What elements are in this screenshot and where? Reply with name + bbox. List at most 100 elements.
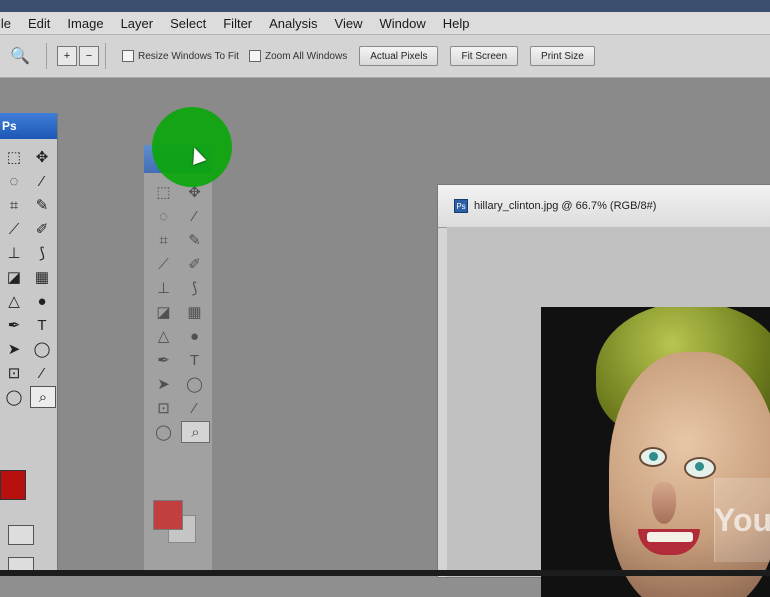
gradient-tool-icon[interactable]: ▦ bbox=[179, 301, 210, 323]
tool-row: ◪ ▦ bbox=[0, 265, 57, 289]
zoom-all-checkbox[interactable] bbox=[248, 50, 261, 62]
marquee-tool-icon[interactable]: ⬚ bbox=[148, 181, 179, 203]
tool-row: ⊥ ⟆ bbox=[148, 276, 210, 300]
notes-tool-icon[interactable]: ⊡ bbox=[148, 397, 179, 419]
tool-row: ◌ ⁄ bbox=[148, 204, 210, 228]
ps-logo: Ps bbox=[0, 113, 57, 139]
pen-tool-icon[interactable]: ✒ bbox=[148, 349, 179, 371]
tool-row: ⊥ ⟆ bbox=[0, 241, 57, 265]
tool-row: ◌ ⁄ bbox=[0, 169, 57, 193]
pen-tool-icon[interactable]: ✒ bbox=[0, 314, 28, 336]
clone-stamp-icon[interactable]: ⊥ bbox=[148, 277, 179, 299]
right-iris bbox=[695, 462, 704, 471]
left-iris bbox=[649, 452, 658, 461]
notes-tool-icon[interactable]: ⊡ bbox=[0, 362, 28, 384]
hand-tool-icon[interactable]: ◯ bbox=[148, 421, 179, 443]
tools-panel: Ps ⬚ ✥ ◌ ⁄ ⌗ ✎ ⟋ ✐ ⊥ ⟆ ◪ ▦ △ ● ✒ T ➤ ◯ ⊡ ⁄ ◯ ⌕ bbox=[0, 113, 58, 576]
dodge-tool-icon[interactable]: ● bbox=[179, 325, 210, 347]
tool-row: ⌗ ✎ bbox=[0, 193, 57, 217]
menu-window[interactable]: Window bbox=[380, 16, 426, 31]
tool-row: ⊡ ⁄ bbox=[0, 361, 57, 385]
zoom-in-icon[interactable]: + bbox=[57, 46, 77, 66]
document-title-bar[interactable]: Ps hillary_clinton.jpg @ 66.7% (RGB/8#) bbox=[438, 185, 770, 228]
crop-tool-icon[interactable]: ⌗ bbox=[148, 229, 179, 251]
history-brush-icon[interactable]: ⟆ bbox=[179, 277, 210, 299]
clone-stamp-icon[interactable]: ⊥ bbox=[0, 242, 28, 264]
menu-view[interactable]: View bbox=[335, 16, 363, 31]
tool-row: ⟋ ✐ bbox=[0, 217, 57, 241]
eyedropper-icon[interactable]: ✎ bbox=[179, 229, 210, 251]
eraser-tool-icon[interactable]: ◪ bbox=[0, 266, 28, 288]
gradient-tool-icon[interactable]: ▦ bbox=[28, 266, 56, 288]
magic-wand-icon[interactable]: ⁄ bbox=[179, 205, 210, 227]
lasso-tool-icon[interactable]: ◌ bbox=[148, 205, 179, 227]
type-tool-icon[interactable]: T bbox=[179, 349, 210, 371]
crop-tool-icon[interactable]: ⌗ bbox=[0, 194, 28, 216]
blur-tool-icon[interactable]: △ bbox=[0, 290, 28, 312]
quick-mask-icon[interactable] bbox=[8, 525, 34, 545]
healing-brush-icon[interactable]: ⟋ bbox=[0, 218, 28, 240]
magic-wand-icon[interactable]: ⁄ bbox=[28, 170, 56, 192]
menu-layer[interactable]: Layer bbox=[121, 16, 154, 31]
foreground-color-swatch[interactable] bbox=[153, 500, 183, 530]
bottom-border bbox=[0, 570, 770, 576]
eyedropper-icon[interactable]: ⁄ bbox=[28, 362, 56, 384]
type-tool-icon[interactable]: T bbox=[28, 314, 56, 336]
teeth-shape bbox=[647, 532, 693, 542]
move-tool-icon[interactable]: ✥ bbox=[28, 146, 56, 168]
dragged-tools-panel[interactable]: ⬚ ✥ ◌ ⁄ ⌗ ✎ ⟋ ✐ ⊥ ⟆ ◪ ▦ △ ● ✒ T ➤ ◯ ⊡ ⁄ ◯ ⌕ bbox=[144, 145, 212, 576]
menu-analysis[interactable]: Analysis bbox=[269, 16, 317, 31]
healing-brush-icon[interactable]: ⟋ bbox=[148, 253, 179, 275]
resize-windows-checkbox[interactable] bbox=[122, 50, 134, 62]
brush-tool-icon[interactable]: ✐ bbox=[179, 253, 210, 275]
zoom-tool-icon[interactable]: ⌕ bbox=[30, 386, 56, 408]
tool-row: ⟋ ✐ bbox=[148, 252, 210, 276]
fit-screen-button[interactable]: Fit Screen bbox=[450, 46, 519, 66]
menu-edit[interactable]: Edit bbox=[28, 16, 50, 31]
lasso-tool-icon[interactable]: ◌ bbox=[0, 170, 28, 192]
resize-windows-label: Resize Windows To Fit bbox=[138, 50, 239, 62]
blur-tool-icon[interactable]: △ bbox=[148, 325, 179, 347]
print-size-button[interactable]: Print Size bbox=[530, 46, 595, 66]
eyedropper-icon[interactable]: ⁄ bbox=[179, 397, 210, 419]
menu-file[interactable]: ile bbox=[0, 16, 11, 31]
hand-tool-icon[interactable]: ◯ bbox=[0, 386, 28, 408]
menu-select[interactable]: Select bbox=[170, 16, 206, 31]
menu-help[interactable]: Help bbox=[443, 16, 470, 31]
eraser-tool-icon[interactable]: ◪ bbox=[148, 301, 179, 323]
shape-tool-icon[interactable]: ◯ bbox=[28, 338, 56, 360]
zoom-all-option[interactable]: Zoom All Windows bbox=[248, 50, 347, 62]
document-icon: Ps bbox=[454, 199, 468, 213]
actual-pixels-button[interactable]: Actual Pixels bbox=[359, 46, 439, 66]
tool-row: ⊡ ⁄ bbox=[148, 396, 210, 420]
tool-row: ◪ ▦ bbox=[148, 300, 210, 324]
menu-image[interactable]: Image bbox=[67, 16, 103, 31]
eyedropper-icon[interactable]: ✎ bbox=[28, 194, 56, 216]
options-separator bbox=[105, 43, 106, 69]
brush-tool-icon[interactable]: ✐ bbox=[28, 218, 56, 240]
shape-tool-icon[interactable]: ◯ bbox=[179, 373, 210, 395]
tool-row: △ ● bbox=[0, 289, 57, 313]
options-bar: 🔍 + − Resize Windows To Fit Zoom All Win… bbox=[0, 35, 770, 78]
app-title-bar bbox=[0, 0, 770, 12]
menu-filter[interactable]: Filter bbox=[223, 16, 252, 31]
youtube-watermark: You bbox=[714, 478, 770, 562]
marquee-tool-icon[interactable]: ⬚ bbox=[0, 146, 28, 168]
tool-grid: ⬚ ✥ ◌ ⁄ ⌗ ✎ ⟋ ✐ ⊥ ⟆ ◪ ▦ △ ● ✒ T ➤ ◯ ⊡ ⁄ ◯ ⌕ bbox=[0, 145, 57, 409]
tool-row: ➤ ◯ bbox=[0, 337, 57, 361]
zoom-out-icon[interactable]: − bbox=[79, 46, 99, 66]
options-separator bbox=[46, 43, 47, 69]
zoom-mode-group: + − bbox=[57, 46, 99, 66]
foreground-color-swatch[interactable] bbox=[0, 470, 26, 500]
path-selection-icon[interactable]: ➤ bbox=[0, 338, 28, 360]
history-brush-icon[interactable]: ⟆ bbox=[28, 242, 56, 264]
tool-row: ➤ ◯ bbox=[148, 372, 210, 396]
tool-row: △ ● bbox=[148, 324, 210, 348]
resize-windows-option[interactable]: Resize Windows To Fit bbox=[122, 50, 239, 62]
tool-row: ✒ T bbox=[0, 313, 57, 337]
zoom-tool-icon[interactable]: 🔍 bbox=[0, 41, 40, 71]
path-selection-icon[interactable]: ➤ bbox=[148, 373, 179, 395]
dodge-tool-icon[interactable]: ● bbox=[28, 290, 56, 312]
zoom-tool-icon[interactable]: ⌕ bbox=[181, 421, 210, 443]
menu-bar: ile Edit Image Layer Select Filter Analy… bbox=[0, 12, 770, 35]
